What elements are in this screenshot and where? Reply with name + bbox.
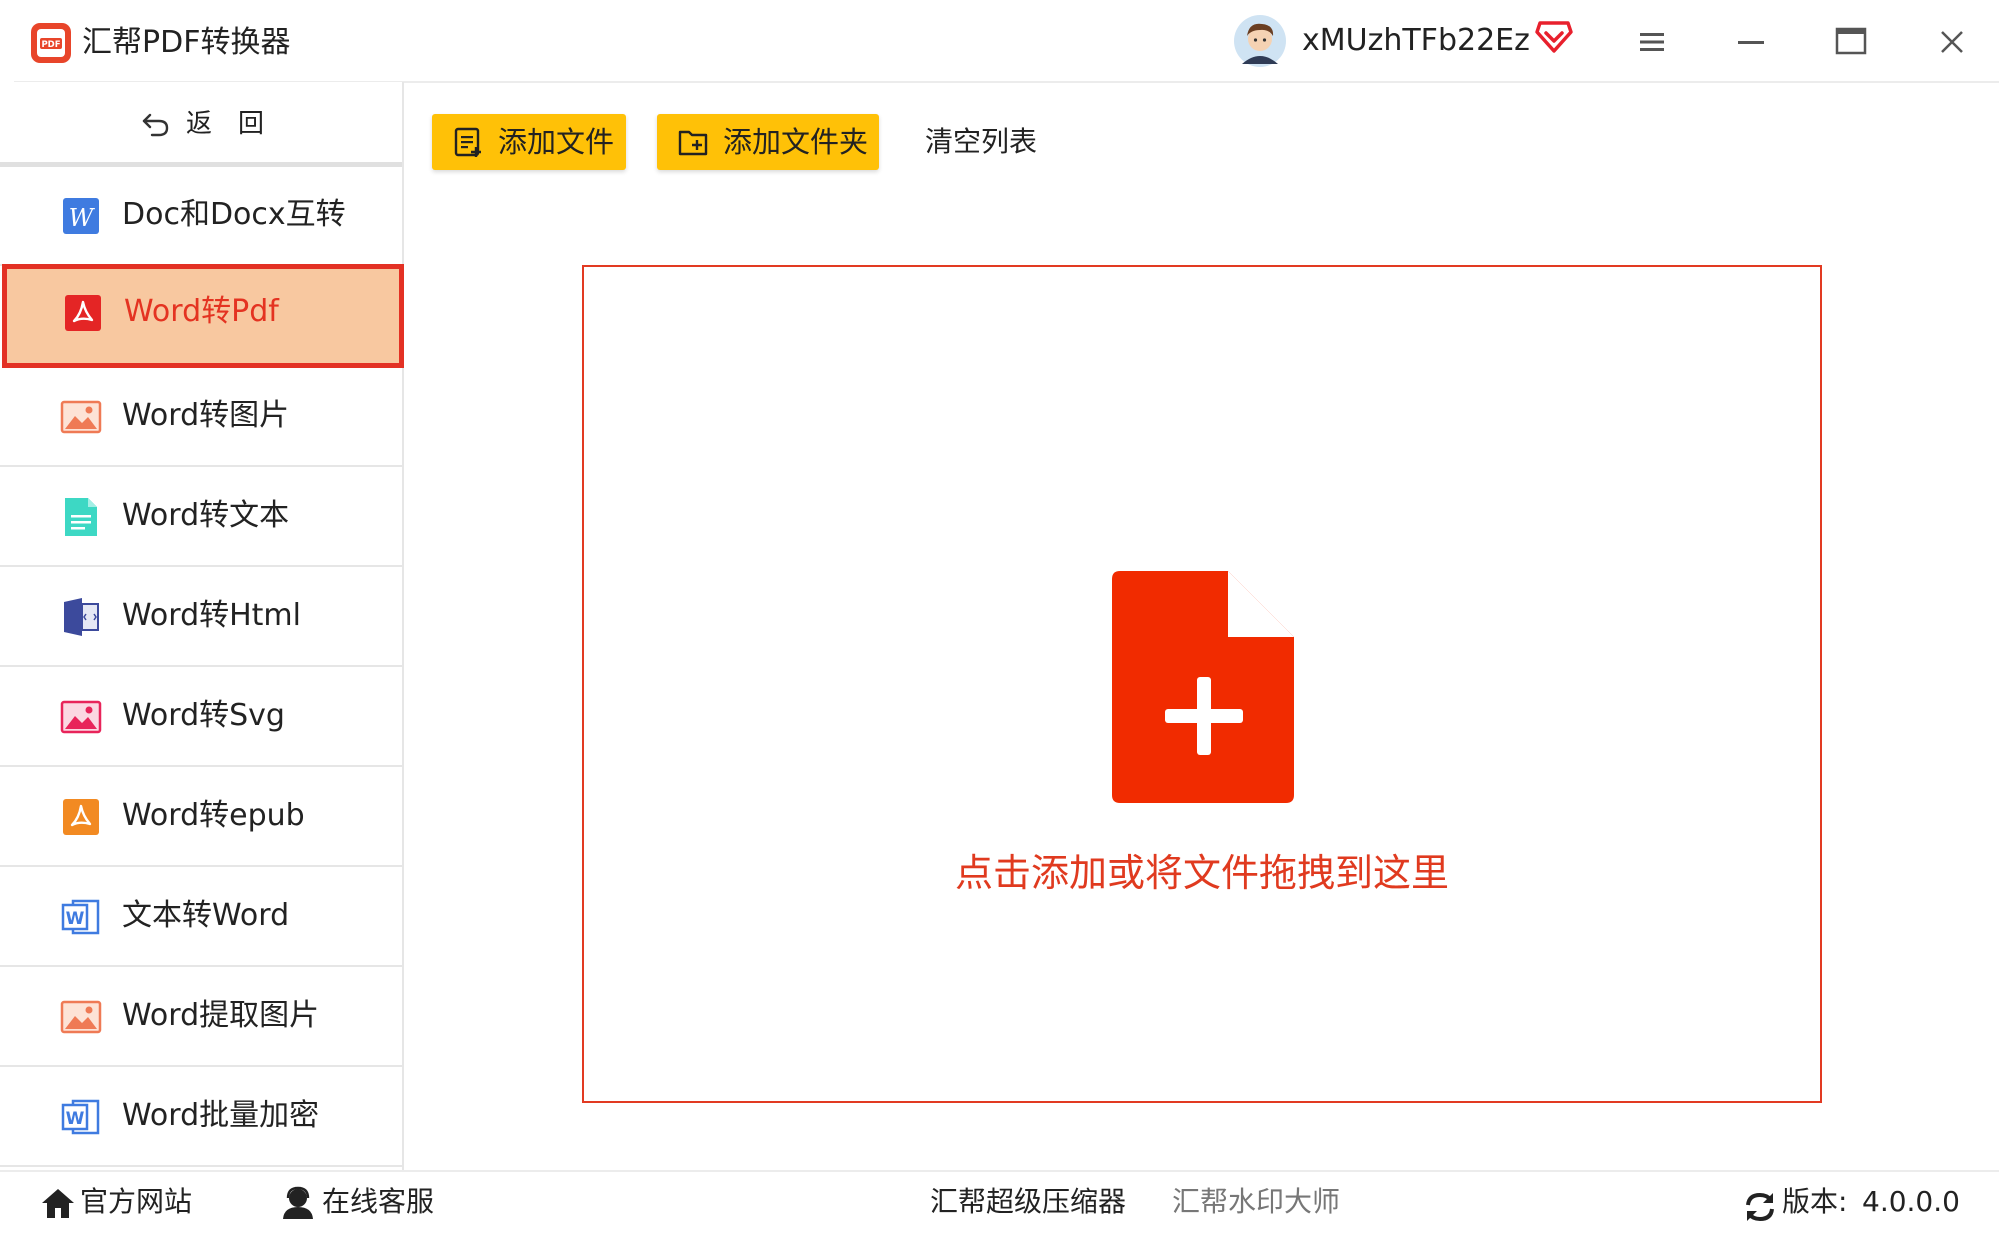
user-avatar[interactable]: [1233, 14, 1287, 68]
add-file-icon: [454, 127, 481, 157]
back-button[interactable]: 返回: [0, 82, 402, 167]
sidebar-item-doc-docx[interactable]: W Doc和Docx互转: [0, 167, 402, 266]
text-file-icon: [65, 498, 97, 536]
app-title: 汇帮PDF转换器: [82, 25, 291, 60]
vip-diamond-icon[interactable]: [1535, 20, 1573, 54]
sidebar-item-text-to-word[interactable]: W 文本转Word: [0, 868, 402, 967]
sidebar-item-word-to-pdf[interactable]: Word转Pdf: [2, 264, 404, 368]
svg-text:PDF: PDF: [41, 40, 60, 50]
refresh-icon[interactable]: [1742, 1190, 1778, 1224]
word-w-icon: W: [63, 198, 99, 234]
sidebar-item-label: 文本转Word: [122, 898, 290, 933]
title-bar: PDF 汇帮PDF转换器 xMUzhTFb22Ez: [0, 0, 1999, 82]
sidebar-item-label: Word提取图片: [122, 998, 320, 1033]
add-file-label: 添加文件: [498, 125, 615, 159]
svg-text:W: W: [66, 909, 85, 929]
sidebar-item-label: Word转文本: [122, 498, 290, 533]
official-site-link[interactable]: 官方网站: [80, 1182, 192, 1222]
add-folder-button[interactable]: 添加文件夹: [657, 114, 879, 170]
word-doc-icon: W: [61, 899, 100, 935]
svg-text:W: W: [69, 204, 96, 232]
close-icon[interactable]: [1930, 20, 1974, 64]
maximize-icon[interactable]: [1829, 20, 1873, 64]
online-service-link[interactable]: 在线客服: [322, 1182, 434, 1222]
sidebar-item-word-to-text[interactable]: Word转文本: [0, 468, 402, 567]
svg-text:W: W: [66, 1109, 85, 1129]
encrypt-word-icon: W: [61, 1099, 100, 1135]
add-folder-icon: [678, 130, 708, 156]
sidebar-item-word-to-svg[interactable]: Word转Svg: [0, 668, 402, 767]
image-icon: [60, 400, 102, 434]
back-label: 返回: [186, 109, 291, 139]
add-folder-label: 添加文件夹: [723, 125, 869, 159]
extract-image-icon: [60, 1000, 102, 1034]
version-label: 版本:: [1782, 1185, 1848, 1218]
file-drop-zone[interactable]: 点击添加或将文件拖拽到这里: [582, 265, 1822, 1103]
sidebar-item-word-to-epub[interactable]: Word转epub: [0, 768, 402, 867]
status-bar: 官方网站 在线客服 汇帮超级压缩器 汇帮水印大师 版本: 4.0.0.0: [0, 1170, 1999, 1233]
customer-service-icon: [283, 1186, 313, 1219]
add-file-button[interactable]: 添加文件: [432, 114, 626, 170]
clear-list-button[interactable]: 清空列表: [925, 120, 1037, 164]
version-value: 4.0.0.0: [1862, 1185, 1960, 1218]
sidebar-item-label: Word转Svg: [122, 698, 285, 733]
svg-image-icon: [60, 700, 102, 734]
compressor-link[interactable]: 汇帮超级压缩器: [930, 1182, 1126, 1222]
sidebar-item-label: Word转图片: [122, 398, 290, 433]
sidebar-item-label: Word转epub: [122, 798, 305, 833]
epub-icon: [63, 799, 99, 835]
sidebar-item-extract-images[interactable]: Word提取图片: [0, 968, 402, 1067]
minimize-icon[interactable]: [1729, 20, 1773, 64]
sidebar-item-label: Word转Pdf: [124, 294, 279, 329]
menu-icon[interactable]: [1630, 20, 1674, 64]
pdf-icon: [65, 295, 101, 331]
sidebar-item-label: Doc和Docx互转: [122, 197, 346, 232]
app-logo-icon: PDF: [31, 23, 71, 63]
add-document-icon: [1112, 571, 1294, 803]
html-icon: [64, 598, 99, 636]
watermark-link[interactable]: 汇帮水印大师: [1172, 1182, 1340, 1222]
drop-zone-text: 点击添加或将文件拖拽到这里: [954, 851, 1449, 895]
sidebar-item-word-to-image[interactable]: Word转图片: [0, 368, 402, 467]
sidebar-item-label: Word转Html: [122, 598, 301, 633]
home-icon: [42, 1189, 74, 1218]
sidebar: 返回 W Doc和Docx互转 Word转Pdf Word转图片 Word转文本: [0, 82, 404, 1170]
sidebar-item-batch-encrypt[interactable]: W Word批量加密: [0, 1068, 402, 1167]
sidebar-item-label: Word批量加密: [122, 1098, 320, 1133]
username[interactable]: xMUzhTFb22Ez: [1302, 20, 1530, 62]
sidebar-item-word-to-html[interactable]: Word转Html: [0, 568, 402, 667]
back-arrow-icon: [142, 113, 169, 137]
